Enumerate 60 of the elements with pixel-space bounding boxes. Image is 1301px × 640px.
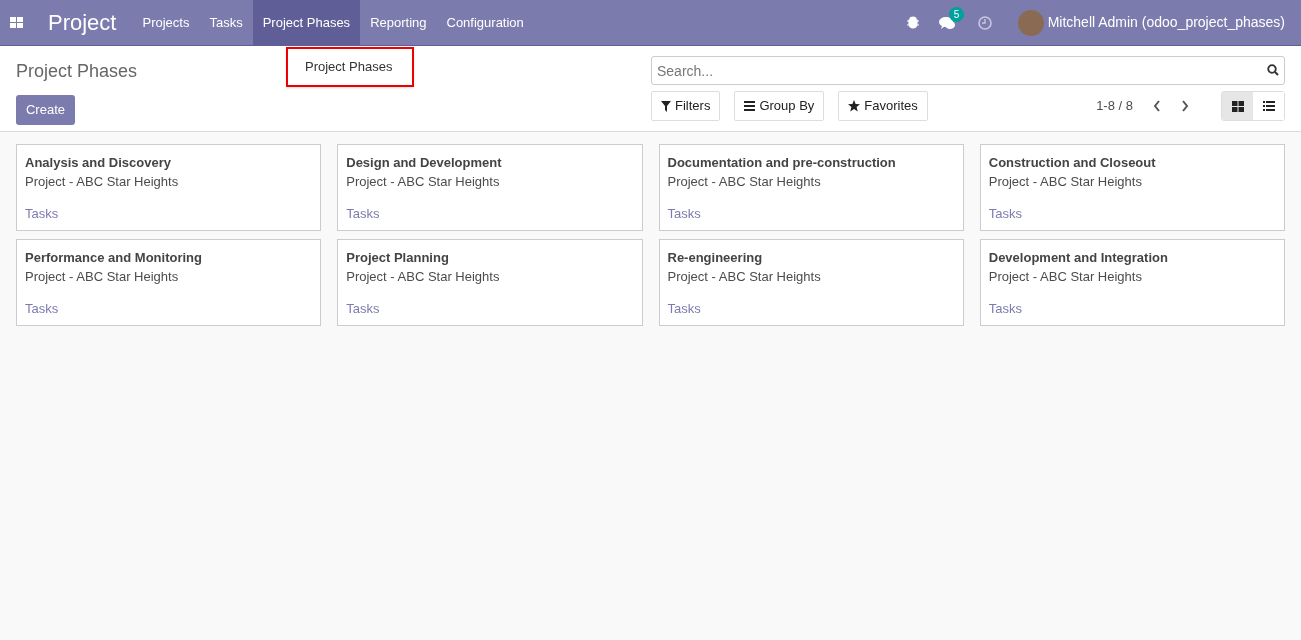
card-title: Documentation and pre-construction	[667, 155, 896, 171]
menu-item[interactable]: Configuration	[436, 0, 534, 45]
tasks-link[interactable]: Tasks	[988, 204, 1022, 224]
menu-item[interactable]: Projects	[132, 0, 200, 45]
card-title: Design and Development	[346, 155, 502, 171]
filter-icon	[661, 100, 671, 112]
card-title: Analysis and Discovery	[25, 155, 171, 171]
card-subtitle: Project - ABC Star Heights	[346, 174, 500, 190]
create-button[interactable]: Create	[16, 95, 75, 125]
kanban-view-button[interactable]	[1222, 92, 1253, 120]
card-subtitle: Project - ABC Star Heights	[988, 174, 1142, 190]
tasks-link[interactable]: Tasks	[346, 204, 380, 224]
card-title: Development and Integration	[988, 250, 1168, 266]
filter-button[interactable]: Filters	[651, 91, 721, 121]
kanban-card[interactable]: Performance and Monitoring Project - ABC Star Heights Tasks	[16, 239, 322, 326]
previous-icon[interactable]	[1153, 100, 1161, 112]
kanban-card[interactable]: Design and Development Project - ABC Star Heights Tasks	[337, 144, 643, 231]
kanban-card[interactable]: Project Planning Project - ABC Star Heights Tasks	[337, 239, 643, 326]
pager-value: 1-8 / 8	[1096, 97, 1133, 116]
tasks-link[interactable]: Tasks	[988, 299, 1022, 319]
tasks-link[interactable]: Tasks	[25, 299, 59, 319]
search-icon[interactable]	[1267, 64, 1279, 76]
menu-item[interactable]: Reporting	[360, 0, 437, 45]
card-title: Re-engineering	[667, 250, 763, 266]
favorites-button[interactable]: Favorites	[838, 91, 928, 121]
app-title: Project	[48, 9, 117, 37]
card-title: Construction and Closeout	[988, 155, 1156, 171]
search-field[interactable]: Search...	[651, 56, 1285, 85]
star-icon	[848, 100, 861, 112]
tasks-link[interactable]: Tasks	[346, 299, 380, 319]
card-title: Project Planning	[346, 250, 449, 266]
menu-item[interactable]: Tasks	[199, 0, 253, 45]
groupby-button[interactable]: Group By	[734, 91, 825, 121]
apps-menu-icon[interactable]	[10, 16, 23, 29]
breadcrumb-title: Project Phases	[16, 60, 138, 83]
menu-lines-icon	[744, 101, 756, 111]
kanban-card[interactable]: Construction and Closeout Project - ABC Star Heights Tasks	[979, 144, 1285, 231]
bug-icon[interactable]	[906, 16, 919, 29]
kanban-card[interactable]: Analysis and Discovery Project - ABC Star Heights Tasks	[16, 144, 322, 231]
card-subtitle: Project - ABC Star Heights	[25, 174, 179, 190]
kanban-card[interactable]: Re-engineering Project - ABC Star Heights Tasks	[658, 239, 964, 326]
menu-item[interactable]: Project Phases	[252, 0, 361, 45]
kanban-card[interactable]: Documentation and pre-construction Project - ABC Star Heights Tasks	[658, 144, 964, 231]
next-icon[interactable]	[1181, 100, 1189, 112]
user-menu[interactable]: Mitchell Admin (odoo_project_phases)	[1047, 12, 1285, 33]
tasks-link[interactable]: Tasks	[25, 204, 59, 224]
card-subtitle: Project - ABC Star Heights	[667, 174, 821, 190]
dropdown-item[interactable]: Project Phases	[305, 57, 393, 77]
card-title: Performance and Monitoring	[25, 250, 202, 266]
tasks-link[interactable]: Tasks	[667, 299, 701, 319]
card-subtitle: Project - ABC Star Heights	[346, 269, 500, 285]
kanban-icon	[1231, 100, 1244, 112]
message-count-badge: 5	[948, 6, 965, 22]
card-subtitle: Project - ABC Star Heights	[667, 269, 821, 285]
card-subtitle: Project - ABC Star Heights	[988, 269, 1142, 285]
tasks-link[interactable]: Tasks	[667, 204, 701, 224]
list-icon	[1262, 101, 1275, 111]
card-subtitle: Project - ABC Star Heights	[25, 269, 179, 285]
kanban-card[interactable]: Development and Integration Project - ABC Star Heights Tasks	[979, 239, 1285, 326]
chat-bubbles-icon[interactable]	[938, 15, 956, 30]
